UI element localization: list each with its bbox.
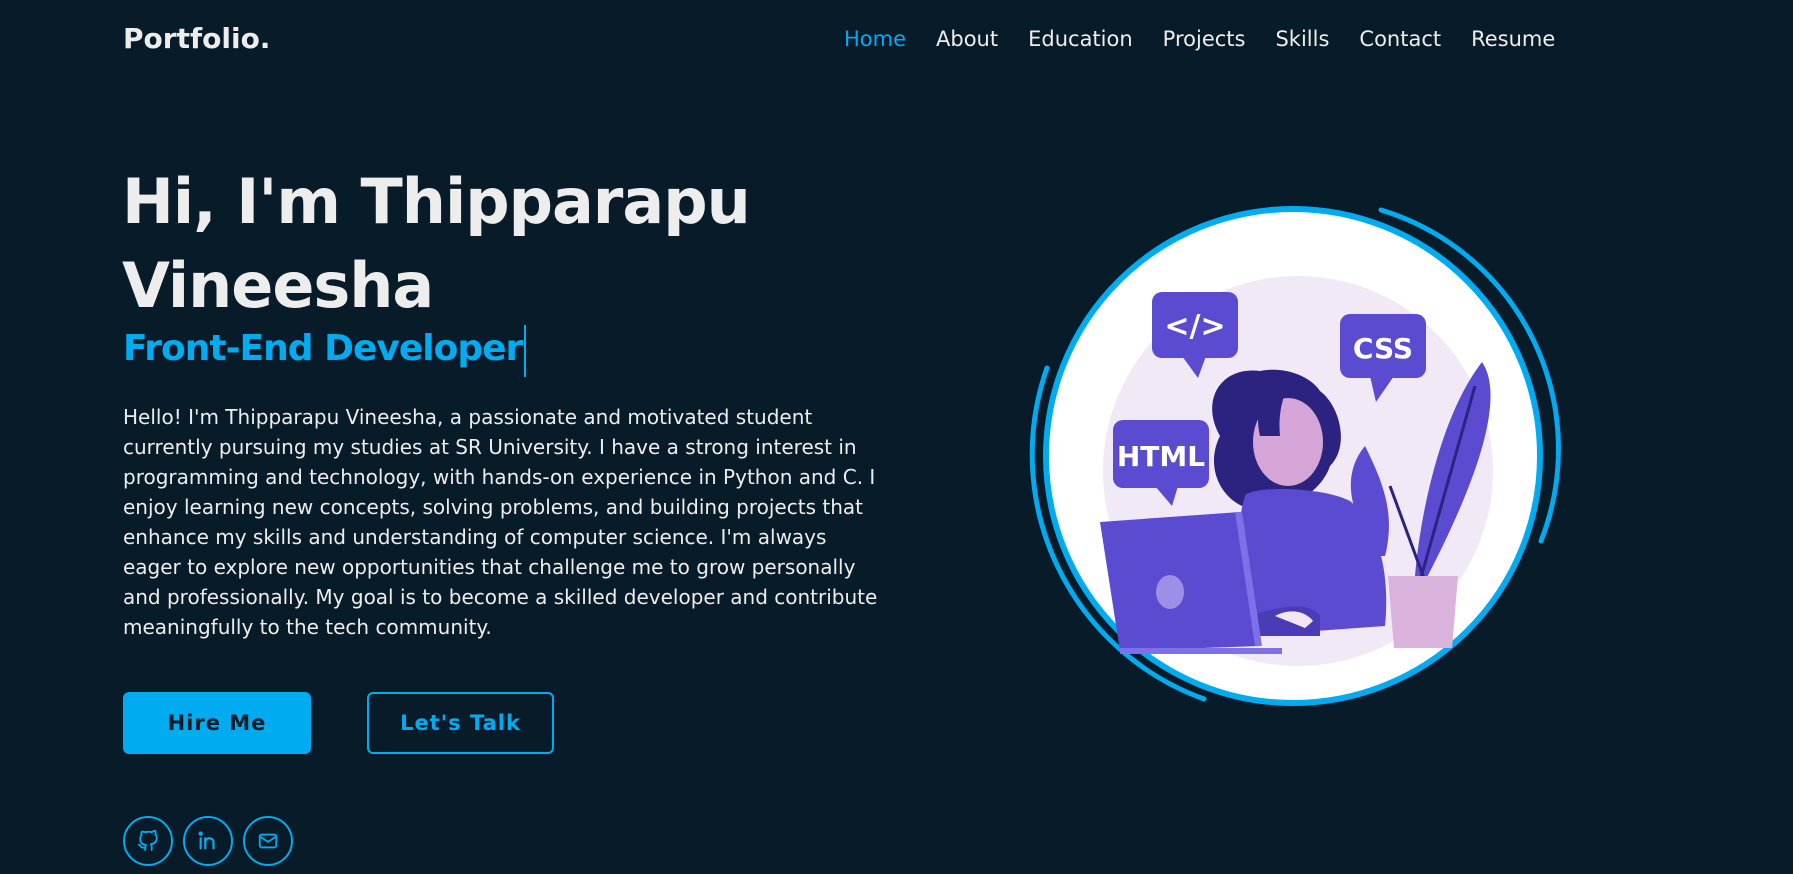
code-bubble-label: </> [1164,309,1225,344]
lets-talk-button[interactable]: Let's Talk [367,692,554,754]
portfolio-page: Portfolio. Home About Education Projects… [0,0,1793,874]
hero-title: Hi, I'm Thipparapu Vineesha [122,165,751,322]
nav-education[interactable]: Education [1028,27,1133,51]
social-links [123,816,303,866]
hero-description: Hello! I'm Thipparapu Vineesha, a passio… [123,405,878,639]
css-bubble-label: CSS [1353,332,1413,365]
main-nav: Home About Education Projects Skills Con… [844,27,1585,51]
html-bubble-label: HTML [1117,440,1205,473]
linkedin-icon [198,831,215,850]
site-header: Portfolio. Home About Education Projects… [0,0,1793,82]
hire-me-button[interactable]: Hire Me [123,692,311,754]
nav-resume[interactable]: Resume [1471,27,1555,51]
nav-skills[interactable]: Skills [1275,27,1329,51]
hero-role: Front-End Developer [123,325,527,377]
nav-home[interactable]: Home [844,27,906,51]
mail-link[interactable] [243,816,293,866]
nav-projects[interactable]: Projects [1163,27,1246,51]
logo[interactable]: Portfolio. [123,22,270,55]
github-link[interactable] [123,816,173,866]
github-icon [137,830,158,852]
developer-illustration: </> CSS HTML [1029,206,1561,706]
nav-about[interactable]: About [936,27,998,51]
linkedin-link[interactable] [183,816,233,866]
mail-icon [258,833,278,849]
nav-contact[interactable]: Contact [1359,27,1441,51]
